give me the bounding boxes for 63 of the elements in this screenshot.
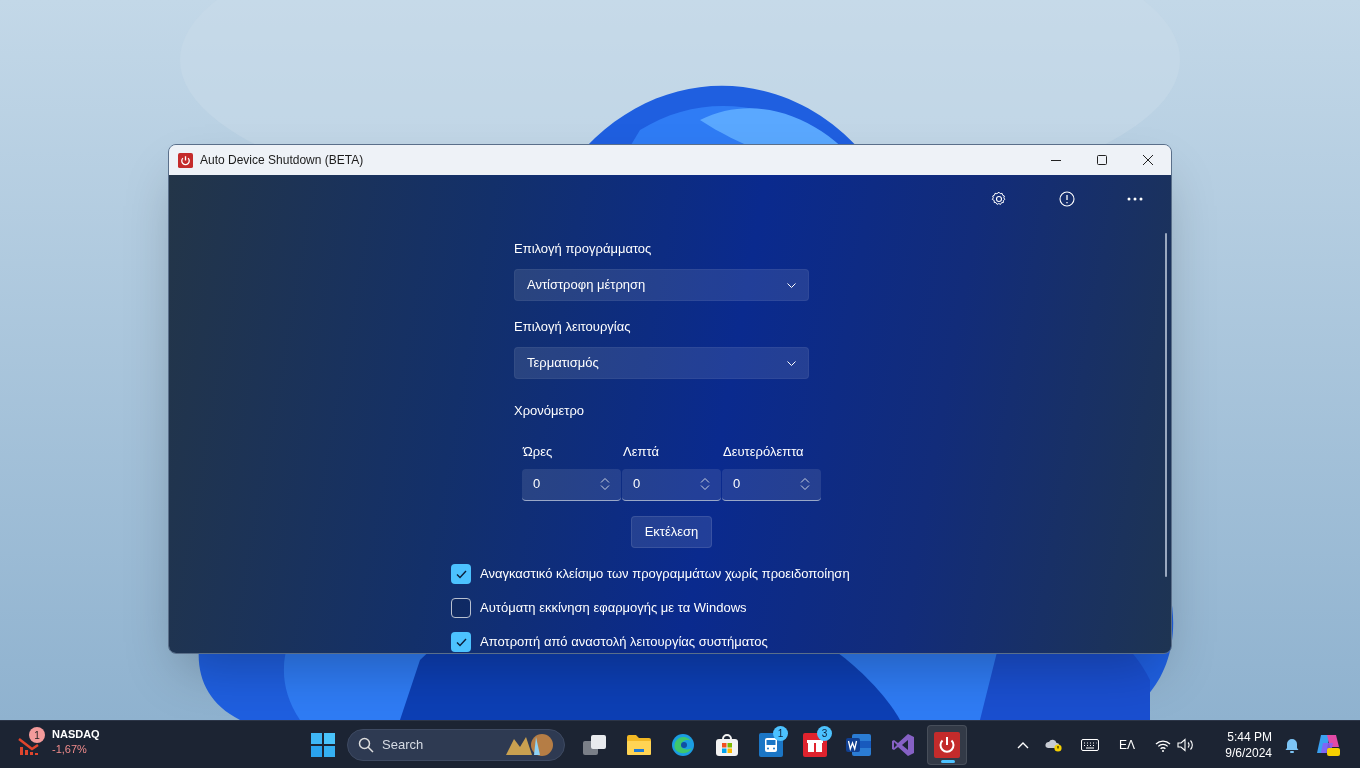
taskbar-app[interactable]: 1 bbox=[751, 725, 791, 765]
copilot-icon bbox=[1315, 733, 1341, 757]
taskbar-app[interactable] bbox=[927, 725, 967, 765]
checkbox[interactable] bbox=[451, 564, 471, 584]
spin-label: Λεπτά bbox=[622, 442, 660, 461]
dropdown[interactable]: Τερματισμός bbox=[514, 347, 809, 379]
notification-badge: 1 bbox=[773, 726, 788, 741]
power-icon bbox=[934, 732, 960, 758]
search-placeholder: Search bbox=[382, 736, 424, 755]
checkbox[interactable] bbox=[451, 598, 471, 618]
section-label: Χρονόμετρο bbox=[514, 402, 586, 420]
checkbox-label: Αναγκαστικό κλείσιμο των προγραμμάτων χωρίς προειδοποίηση bbox=[480, 565, 850, 584]
notification-badge: 1 bbox=[29, 727, 45, 743]
run-button[interactable]: Εκτέλεση bbox=[631, 516, 712, 548]
window-title: Auto Device Shutdown (BETA) bbox=[200, 152, 364, 169]
infinity-ribbon-icon bbox=[891, 733, 915, 757]
info-icon bbox=[1059, 191, 1075, 207]
speaker-icon bbox=[1176, 738, 1194, 752]
number-field[interactable]: 0 bbox=[722, 468, 821, 501]
check-icon bbox=[455, 569, 467, 579]
spin-label: Ώρες bbox=[522, 442, 554, 461]
keyboard-icon bbox=[1081, 739, 1099, 751]
folder-icon bbox=[626, 734, 652, 756]
number-field[interactable]: 0 bbox=[522, 468, 621, 501]
field-label: Επιλογή προγράμματος bbox=[514, 240, 653, 258]
dropdown[interactable]: Αντίστροφη μέτρηση bbox=[514, 269, 809, 301]
chevron-down-icon bbox=[787, 360, 796, 366]
wifi-icon bbox=[1154, 738, 1171, 752]
power-icon bbox=[178, 152, 193, 168]
widget-title: NASDAQ bbox=[52, 727, 100, 742]
browser-icon bbox=[671, 733, 695, 757]
windows-stack-icon bbox=[583, 734, 607, 756]
field-label: Επιλογή λειτουργίας bbox=[514, 318, 632, 336]
close-icon bbox=[1143, 155, 1153, 165]
clock-button[interactable]: 5:44 PM 9/6/2024 bbox=[1202, 725, 1278, 765]
bell-icon bbox=[1285, 737, 1299, 753]
notification-badge: 3 bbox=[817, 726, 832, 741]
spinner-icon bbox=[800, 477, 810, 491]
word-document-icon bbox=[846, 733, 872, 757]
spinner-icon bbox=[600, 477, 610, 491]
stock-change: -1,67% bbox=[52, 742, 88, 757]
spin-label: Δευτερόλεπτα bbox=[722, 442, 805, 461]
checkbox-label: Αυτόματη εκκίνηση εφαρμογής με τα Windows bbox=[480, 599, 747, 618]
language-indicator[interactable]: ΕΛ bbox=[1108, 729, 1146, 761]
chevron-up-icon bbox=[1017, 741, 1029, 749]
minimize-icon bbox=[1051, 159, 1061, 161]
taskbar-app[interactable]: 3 bbox=[795, 725, 835, 765]
maximize-icon bbox=[1097, 155, 1107, 165]
spinner-icon bbox=[700, 477, 710, 491]
chevron-down-icon bbox=[787, 282, 796, 288]
windows-logo-icon bbox=[311, 733, 335, 757]
settings-icon bbox=[991, 191, 1007, 207]
check-icon bbox=[455, 637, 467, 647]
search-icon bbox=[358, 737, 374, 753]
number-field[interactable]: 0 bbox=[622, 468, 721, 501]
more-icon bbox=[1127, 197, 1143, 201]
checkbox[interactable] bbox=[451, 632, 471, 652]
shopping-bag-icon bbox=[715, 733, 739, 757]
search-field[interactable]: Search bbox=[347, 729, 565, 761]
active-indicator bbox=[941, 760, 955, 763]
canyon-icon bbox=[504, 733, 554, 757]
checkbox-label: Αποτροπή από αναστολή λειτουργίας συστήματος bbox=[480, 633, 768, 652]
cloud-warning-icon bbox=[1045, 738, 1063, 752]
